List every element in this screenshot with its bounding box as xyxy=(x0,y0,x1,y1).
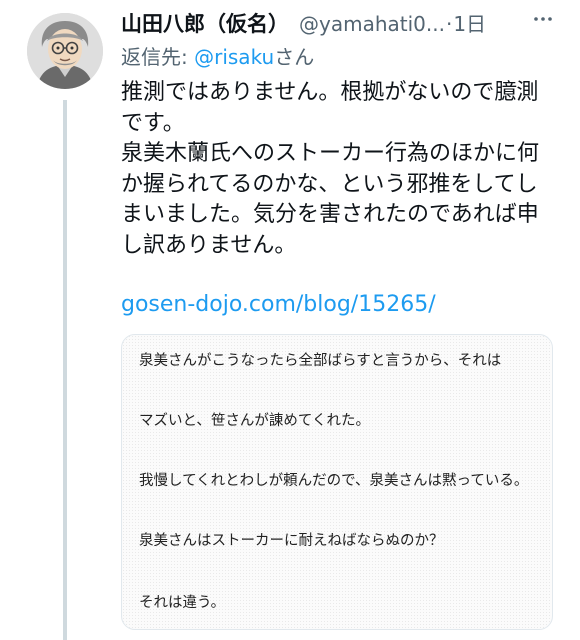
tweet-body-line: 泉美木蘭氏へのストーカー行為のほかに何 xyxy=(121,141,540,166)
tweet-body-line: です。 xyxy=(121,110,185,136)
more-icon xyxy=(534,17,552,21)
avatar-illustration xyxy=(27,13,103,89)
card-text-line: 泉美さんがこうなったら全部ばらすと言うから、それは xyxy=(139,353,502,369)
user-handle[interactable]: @yamahati0... xyxy=(299,12,445,36)
tweet-body: 推測ではありません。根拠がないので臆測 です。 泉美木蘭氏へのストーカー行為のほ… xyxy=(121,78,561,261)
reply-suffix: さん xyxy=(274,45,315,69)
reply-to: 返信先: @risakuさん xyxy=(121,41,314,70)
thread-line xyxy=(63,100,67,640)
tweet-body-line: まいました。気分を害されたのであれば申 xyxy=(121,202,539,227)
timestamp[interactable]: 1日 xyxy=(453,8,486,37)
avatar[interactable] xyxy=(27,13,103,89)
tweet-body-line: 推測ではありません。根拠がないので臆測 xyxy=(121,80,539,105)
separator-dot: · xyxy=(445,12,453,36)
reply-prefix: 返信先: xyxy=(121,45,195,69)
blog-link[interactable]: gosen-dojo.com/blog/15265/ xyxy=(121,292,436,317)
display-name[interactable]: 山田八郎（仮名） xyxy=(121,8,289,38)
card-text-line: それは違う。 xyxy=(139,595,226,611)
tweet-body-line: か握られてるのかな、という邪推をしてし xyxy=(121,171,538,197)
tweet-header: 山田八郎（仮名） @yamahati0... · 1日 xyxy=(121,8,571,38)
card-text-line: 我慢してくれとわしが頼んだので、泉美さんは黙っている。 xyxy=(139,473,529,489)
tweet-reply: 山田八郎（仮名） @yamahati0... · 1日 返信先: @risaku… xyxy=(0,0,580,640)
card-text-line: 泉美さんはストーカーに耐えねばならぬのか？ xyxy=(139,533,444,549)
more-button[interactable] xyxy=(527,6,557,32)
card-text-line: マズいと、笹さんが諌めてくれた。 xyxy=(139,413,370,429)
reply-mention[interactable]: @risaku xyxy=(194,45,274,69)
quoted-image-card[interactable]: 泉美さんがこうなったら全部ばらすと言うから、それは マズいと、笹さんが諌めてくれ… xyxy=(121,334,553,630)
tweet-body-line: し訳ありません。 xyxy=(121,232,297,258)
